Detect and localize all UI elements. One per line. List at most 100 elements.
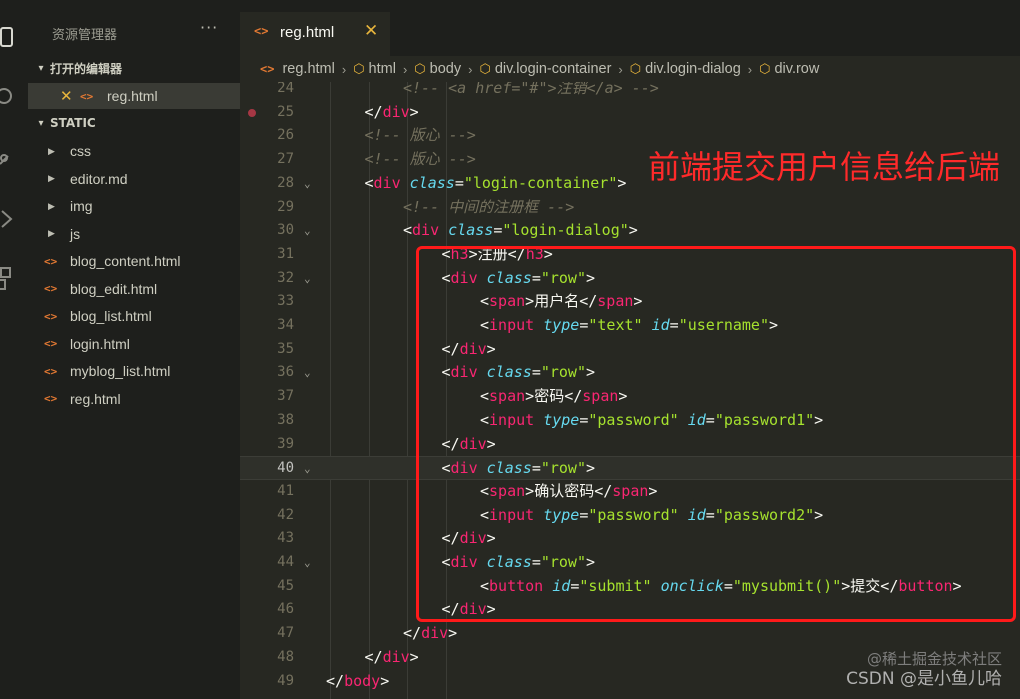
breadcrumb-separator: ›: [468, 61, 473, 77]
code-content: </div>: [403, 622, 457, 646]
file-item[interactable]: <> reg.html: [28, 386, 240, 412]
code-token: class: [448, 221, 494, 240]
breadcrumb: <> reg.html › ⬡ html › ⬡ body › ⬡ div.login-cont…: [240, 56, 1020, 82]
symbol-element-icon: ⬡: [629, 61, 642, 76]
code-line[interactable]: 47 </div>: [240, 622, 1020, 646]
symbol-element-icon: ⬡: [479, 61, 491, 76]
file-item[interactable]: <> blog_content.html: [28, 248, 240, 274]
fold-chevron-icon[interactable]: ⌄: [304, 551, 311, 575]
html-file-icon: <>: [44, 392, 58, 405]
code-content: <!-- 中间的注册框 -->: [403, 196, 574, 220]
breadcrumb-item[interactable]: ⬡ div.row: [759, 61, 819, 77]
run-debug-icon[interactable]: [0, 208, 14, 230]
watermark: @稀土掘金技术社区 CSDN @是小鱼儿哈: [846, 649, 1002, 689]
code-content: <!-- <a href="#">注销</a> -->: [403, 82, 659, 101]
line-number: 45: [277, 577, 294, 594]
line-number: 36: [277, 364, 294, 381]
line-number: 39: [277, 435, 294, 452]
breadcrumb-separator: ›: [747, 61, 753, 77]
static-folder-header[interactable]: ▾ STATIC: [28, 112, 240, 134]
folder-item[interactable]: ▶ img: [28, 193, 240, 219]
code-token: </: [364, 647, 383, 666]
breadcrumb-item-label: div.row: [774, 61, 820, 77]
code-token: class: [409, 173, 455, 192]
file-item[interactable]: <> blog_list.html: [28, 303, 240, 329]
breadcrumb-item[interactable]: ⬡ html: [353, 61, 396, 77]
html-file-icon: <>: [44, 309, 58, 323]
line-number: 29: [277, 198, 294, 215]
breadcrumb-item[interactable]: ⬡ div.login-dialog: [630, 61, 741, 77]
line-number: 30: [277, 222, 294, 239]
close-icon[interactable]: ✕: [60, 87, 73, 105]
file-item[interactable]: <> login.html: [28, 331, 240, 357]
chevron-down-icon: ▾: [38, 62, 44, 74]
fold-chevron-icon[interactable]: ⌄: [304, 361, 311, 385]
breadcrumb-item[interactable]: ⬡ body: [414, 61, 461, 77]
code-line[interactable]: 29 <!-- 中间的注册框 -->: [240, 196, 1020, 220]
code-token: <!-- 版心 -->: [364, 150, 476, 169]
close-icon[interactable]: ✕: [364, 21, 378, 41]
code-token: div: [373, 173, 401, 192]
annotation-highlight-box: [416, 246, 1016, 622]
symbol-element-icon: ⬡: [759, 61, 771, 76]
file-label: blog_content.html: [70, 253, 181, 269]
code-token: =: [493, 221, 503, 240]
line-number: 32: [277, 269, 294, 286]
fold-chevron-icon[interactable]: ⌄: [304, 267, 311, 291]
folder-item[interactable]: ▶ js: [28, 221, 240, 247]
code-line[interactable]: 25 </div>: [240, 101, 1020, 125]
code-token: >: [628, 221, 638, 240]
folder-item[interactable]: ▶ css: [28, 138, 240, 164]
chevron-right-icon: ▶: [48, 145, 55, 156]
file-label: blog_edit.html: [70, 280, 158, 297]
code-content: <!-- 版心 -->: [365, 148, 476, 172]
code-token: div: [412, 221, 440, 240]
breadcrumb-file[interactable]: <> reg.html: [260, 61, 335, 77]
code-token: <!-- 中间的注册框 -->: [403, 197, 575, 216]
folder-item[interactable]: ▶ editor.md: [28, 166, 240, 192]
line-number: 40: [277, 460, 294, 477]
code-token: </: [364, 102, 383, 121]
code-token: </: [326, 671, 345, 690]
fold-chevron-icon[interactable]: ⌄: [304, 219, 311, 243]
code-content: <!-- 版心 -->: [365, 124, 476, 148]
html-file-icon: <>: [254, 24, 269, 38]
file-item[interactable]: <> blog_edit.html: [28, 276, 240, 302]
breadcrumb-item[interactable]: ⬡ div.login-container: [479, 61, 611, 77]
line-number: 37: [277, 388, 294, 405]
chevron-right-icon: ▶: [48, 200, 55, 211]
more-actions-icon[interactable]: ···: [200, 18, 218, 37]
explorer-icon[interactable]: [0, 26, 14, 48]
symbol-element-icon: ⬡: [353, 61, 365, 76]
code-content: </div>: [365, 646, 419, 670]
line-number: 49: [277, 672, 294, 689]
tab-reg-html[interactable]: <> reg.html ✕: [240, 12, 390, 56]
line-number: 31: [277, 245, 294, 262]
code-content: </body>: [326, 670, 389, 694]
file-item[interactable]: <> myblog_list.html: [28, 358, 240, 384]
code-line[interactable]: 24 <!-- <a href="#">注销</a> -->: [240, 82, 1020, 101]
line-number: 46: [277, 601, 294, 618]
breadcrumb-separator: ›: [402, 61, 408, 77]
open-editors-header[interactable]: ▾ 打开的编辑器: [28, 57, 240, 79]
code-token: div: [382, 647, 410, 666]
tab-bar: <> reg.html ✕: [240, 0, 1020, 56]
html-file-icon: <>: [44, 254, 58, 268]
activity-bar: [0, 0, 28, 699]
code-token: "login-container": [463, 173, 618, 192]
html-file-icon: <>: [80, 89, 94, 103]
code-token: >: [617, 173, 627, 192]
watermark-juejin: @稀土掘金技术社区: [866, 650, 1002, 668]
fold-chevron-icon[interactable]: ⌄: [304, 457, 311, 481]
code-token: <: [403, 221, 413, 240]
breadcrumb-item-label: div.login-container: [494, 61, 612, 77]
code-token: "login-dialog": [502, 221, 629, 240]
search-icon[interactable]: [0, 86, 14, 108]
tab-label: reg.html: [280, 24, 335, 41]
extensions-icon[interactable]: [0, 266, 14, 290]
open-editor-item[interactable]: ✕ <> reg.html: [28, 83, 240, 109]
fold-chevron-icon[interactable]: ⌄: [304, 172, 311, 196]
code-line[interactable]: 30 ⌄ <div class="login-dialog">: [240, 219, 1020, 243]
code-token: body: [344, 671, 381, 690]
source-control-icon[interactable]: [0, 148, 14, 170]
